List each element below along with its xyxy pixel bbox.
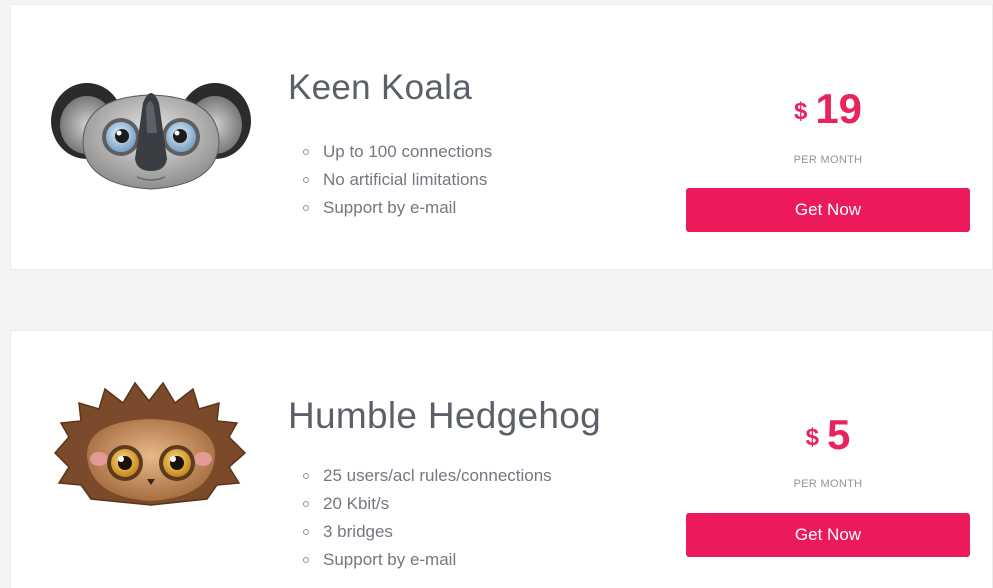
- bullet-icon: [303, 205, 309, 211]
- bullet-icon: [303, 557, 309, 563]
- feature-text: 3 bridges: [323, 522, 393, 541]
- list-item: 20 Kbit/s: [299, 490, 552, 518]
- price: $5: [686, 411, 970, 459]
- get-now-button[interactable]: Get Now: [686, 188, 970, 232]
- hedgehog-icon: [47, 381, 257, 511]
- bullet-icon: [303, 149, 309, 155]
- price-period: PER MONTH: [793, 154, 863, 166]
- list-item: Support by e-mail: [299, 194, 492, 222]
- price-amount: 5: [827, 411, 851, 458]
- plan-title: Humble Hedgehog: [288, 395, 602, 436]
- list-item: Support by e-mail: [299, 546, 552, 574]
- price: $19: [686, 85, 970, 133]
- plan-card-keen-koala: Keen Koala Up to 100 connections No arti…: [10, 4, 993, 270]
- bullet-icon: [303, 177, 309, 183]
- feature-list: Up to 100 connections No artificial limi…: [299, 138, 492, 222]
- price-period: PER MONTH: [793, 478, 863, 490]
- feature-text: 25 users/acl rules/connections: [323, 466, 552, 485]
- plan-title: Keen Koala: [288, 68, 472, 107]
- list-item: 3 bridges: [299, 518, 552, 546]
- bullet-icon: [303, 473, 309, 479]
- feature-list: 25 users/acl rules/connections 20 Kbit/s…: [299, 462, 552, 574]
- list-item: Up to 100 connections: [299, 138, 492, 166]
- price-currency: $: [793, 98, 808, 125]
- get-now-button[interactable]: Get Now: [686, 513, 970, 557]
- list-item: 25 users/acl rules/connections: [299, 462, 552, 490]
- plan-card-humble-hedgehog: Humble Hedgehog 25 users/acl rules/conne…: [10, 330, 993, 588]
- bullet-icon: [303, 501, 309, 507]
- pricing-page: Keen Koala Up to 100 connections No arti…: [0, 0, 993, 588]
- feature-text: 20 Kbit/s: [323, 494, 390, 513]
- bullet-icon: [303, 529, 309, 535]
- feature-text: Support by e-mail: [323, 198, 457, 217]
- feature-text: No artificial limitations: [323, 170, 488, 189]
- feature-text: Up to 100 connections: [323, 142, 493, 161]
- koala-icon: [47, 73, 257, 203]
- list-item: No artificial limitations: [299, 166, 492, 194]
- feature-text: Support by e-mail: [323, 550, 457, 569]
- price-amount: 19: [815, 85, 863, 132]
- price-currency: $: [805, 424, 819, 451]
